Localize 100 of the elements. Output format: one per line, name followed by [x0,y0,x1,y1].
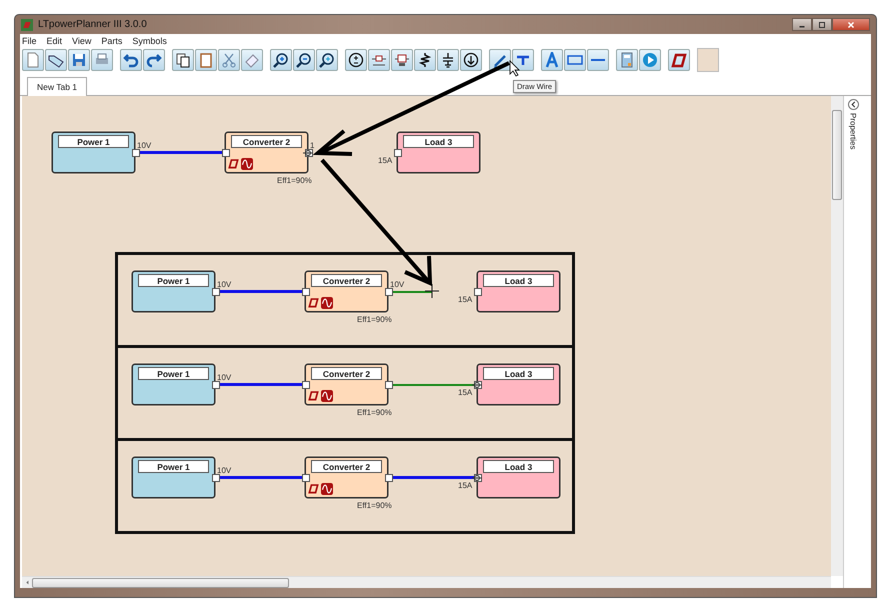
load-block[interactable]: Load 3 [477,457,560,498]
scrollbar-thumb[interactable] [32,578,289,588]
undo-button[interactable] [120,49,142,71]
cut-button[interactable] [218,49,240,71]
text-button[interactable] [541,49,563,71]
converter-block[interactable]: Converter 2 [305,271,388,312]
pin-icon[interactable] [394,149,402,157]
pin-icon[interactable] [385,381,393,389]
play-icon [642,52,658,68]
efficiency-label: Eff1=90% [357,315,392,324]
load-block[interactable]: Load 3 [477,271,560,312]
source-button[interactable] [345,49,367,71]
crosshair-cursor-icon [425,284,439,298]
block-title: Power 1 [58,135,129,148]
print-button[interactable] [91,49,113,71]
chevron-left-icon [850,101,856,108]
color-swatch[interactable] [697,48,719,72]
open-button[interactable] [45,49,67,71]
save-button[interactable] [68,49,90,71]
pin-icon[interactable] [212,381,220,389]
lt-logo-button[interactable] [668,49,690,71]
zoom-out-button[interactable] [293,49,315,71]
load-block[interactable]: Load 3 [397,132,480,173]
close-button[interactable] [832,18,870,31]
zoom-in-icon [273,52,289,68]
pin-icon[interactable] [302,381,310,389]
run-button[interactable] [639,49,661,71]
app-logo-icon [21,18,33,30]
zoom-out-icon [296,52,312,68]
voltage-label: 1 [310,141,314,150]
converter-block[interactable]: Converter 2 [305,457,388,498]
block-title: Power 1 [138,460,209,473]
line-button[interactable] [587,49,609,71]
vertical-scrollbar[interactable] [831,96,843,576]
power-block[interactable]: Power 1 [52,132,135,173]
block-title: Load 3 [483,274,554,287]
pin-icon[interactable] [474,288,482,296]
pencil-icon [492,52,508,68]
power-block[interactable]: Power 1 [132,364,215,405]
resistor-button[interactable] [414,49,436,71]
menu-item[interactable]: File [22,36,37,46]
menu-item[interactable]: Parts [101,36,122,46]
line-icon [590,59,606,61]
pin-icon[interactable] [385,288,393,296]
load-block[interactable]: Load 3 [477,364,560,405]
menu-item[interactable]: Symbols [132,36,167,46]
pin-icon[interactable] [222,149,230,157]
calculator-button[interactable] [616,49,638,71]
pin-icon[interactable] [302,474,310,482]
lt-logo-icon [308,483,319,494]
pin-icon[interactable] [302,288,310,296]
minimize-button[interactable] [792,18,812,31]
current-label: 15A [458,481,472,490]
zoom-in-button[interactable] [270,49,292,71]
copy-button[interactable] [172,49,194,71]
redo-button[interactable] [143,49,165,71]
delete-button[interactable] [241,49,263,71]
voltage-label: 10V [217,373,232,382]
lt-logo-icon [228,158,239,169]
voltage-label: 10V [217,466,232,475]
sine-wave-icon [321,483,333,495]
horizontal-scrollbar[interactable] [22,576,831,588]
properties-tab[interactable]: Properties [848,113,858,150]
converter-block[interactable]: Converter 2 [305,364,388,405]
current-sink-button[interactable] [460,49,482,71]
converter-part-button[interactable] [368,49,390,71]
power-block[interactable]: Power 1 [132,271,215,312]
expand-panel-button[interactable] [848,99,858,110]
connection-marker-icon [472,473,482,483]
rectangle-button[interactable] [564,49,586,71]
window-title: LTpowerPlanner III 3.0.0 [38,19,147,30]
block-title: Converter 2 [311,460,382,473]
maximize-button[interactable] [812,18,832,31]
capacitor-button[interactable] [437,49,459,71]
pin-icon[interactable] [212,288,220,296]
pin-icon[interactable] [385,474,393,482]
paste-button[interactable] [195,49,217,71]
pin-icon[interactable] [212,474,220,482]
sine-wave-icon [241,158,253,170]
efficiency-label: Eff1=90% [357,501,392,510]
connection-marker-icon [472,380,482,390]
pin-icon[interactable] [132,149,140,157]
current-label: 15A [458,388,472,397]
menu-item[interactable]: View [72,36,92,46]
connection-marker-icon [303,148,313,158]
block-title: Load 3 [483,367,554,380]
converter-block[interactable]: Converter 2 [225,132,308,173]
sine-wave-icon [321,297,333,309]
block-title: Power 1 [138,274,209,287]
menu-item[interactable]: Edit [46,36,62,46]
module-part-button[interactable] [391,49,413,71]
zoom-fit-button[interactable] [316,49,338,71]
power-block[interactable]: Power 1 [132,457,215,498]
mouse-pointer-icon [510,60,520,77]
block-title: Converter 2 [231,135,302,148]
tab[interactable]: New Tab 1 [27,77,88,96]
scrollbar-thumb[interactable] [832,110,842,200]
junction-button[interactable] [512,49,534,71]
lt-logo-icon [308,390,319,401]
voltage-source-icon [348,52,364,68]
